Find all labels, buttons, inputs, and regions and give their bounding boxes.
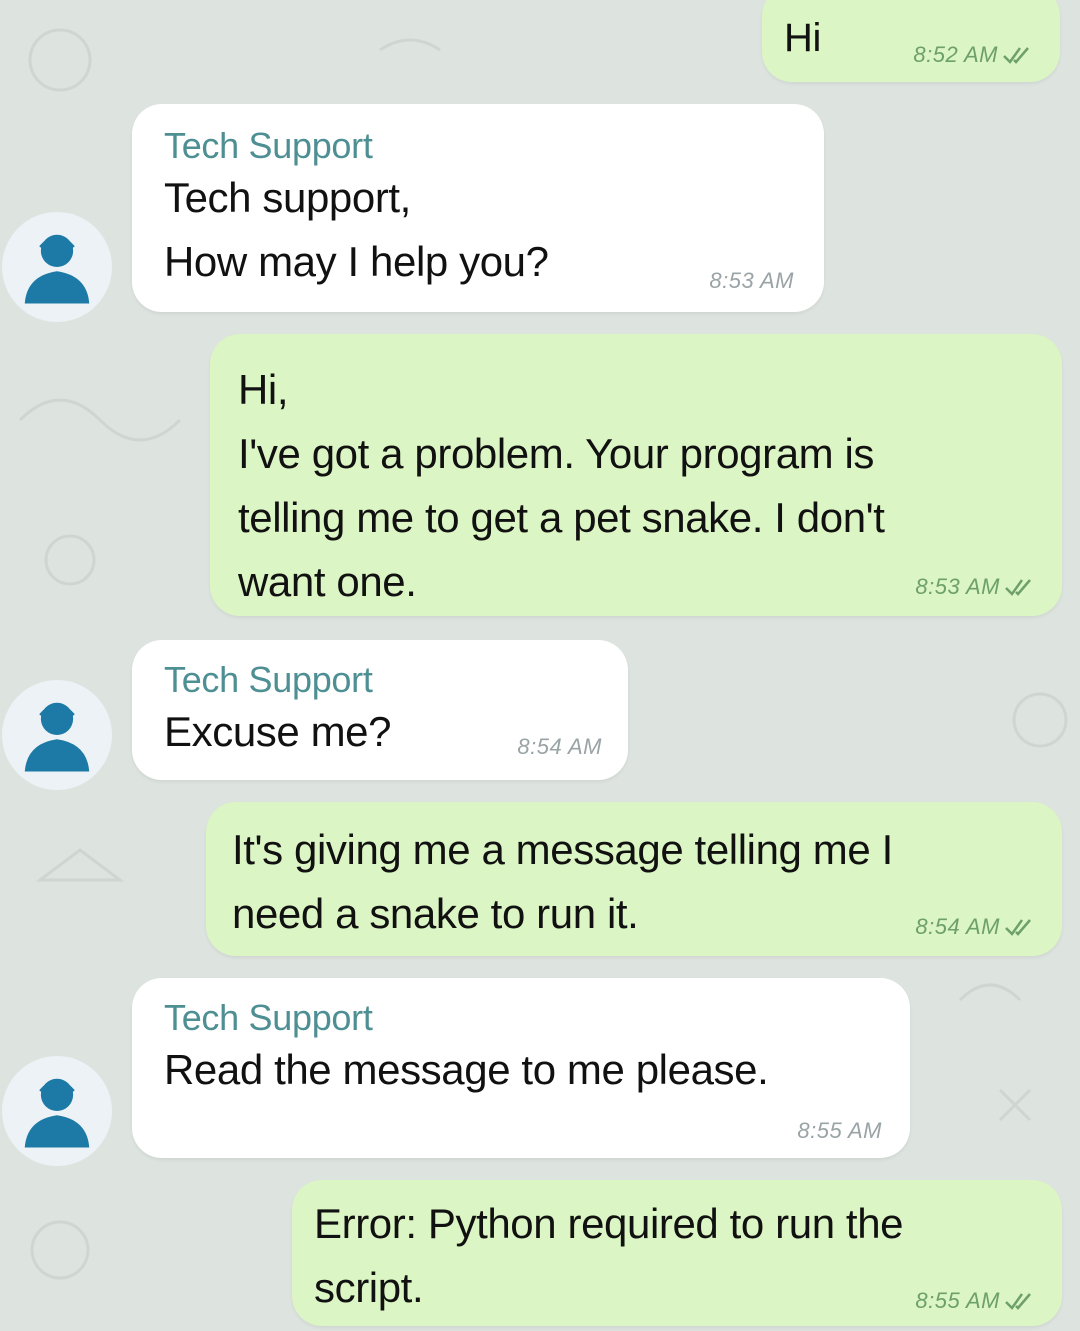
contact-avatar[interactable]: [2, 1056, 112, 1166]
message-bubble-incoming[interactable]: Tech Support Tech support, How may I hel…: [132, 104, 824, 312]
message-bubble-outgoing[interactable]: Hi 8:52 AM: [762, 0, 1060, 82]
message-meta: 8:54 AM: [915, 914, 1034, 940]
message-bubble-outgoing[interactable]: It's giving me a message telling me I ne…: [206, 802, 1062, 956]
message-bubble-incoming[interactable]: Tech Support Read the message to me plea…: [132, 978, 910, 1158]
sender-name: Tech Support: [164, 997, 373, 1038]
message-time: 8:54 AM: [915, 914, 1000, 939]
sender-name: Tech Support: [164, 659, 373, 700]
message-meta: 8:53 AM: [709, 268, 794, 294]
message-bubble-incoming[interactable]: Tech Support Excuse me? 8:54 AM: [132, 640, 628, 780]
message-time: 8:55 AM: [915, 1288, 1000, 1313]
read-double-check-icon: [1005, 1293, 1031, 1310]
message-time: 8:52 AM: [913, 42, 998, 67]
message-meta: 8:52 AM: [913, 42, 1032, 68]
message-time: 8:53 AM: [915, 574, 1000, 599]
message-time: 8:55 AM: [797, 1118, 882, 1143]
read-double-check-icon: [1005, 919, 1031, 936]
message-bubble-outgoing[interactable]: Error: Python required to run the script…: [292, 1180, 1062, 1326]
message-meta: 8:55 AM: [915, 1288, 1034, 1314]
message-time: 8:54 AM: [517, 734, 602, 759]
message-meta: 8:54 AM: [517, 734, 602, 760]
sender-name: Tech Support: [164, 125, 373, 166]
message-time: 8:53 AM: [709, 268, 794, 293]
message-text: Read the message to me please.: [164, 1046, 769, 1093]
contact-avatar[interactable]: [2, 212, 112, 322]
read-double-check-icon: [1003, 47, 1029, 64]
read-double-check-icon: [1005, 579, 1031, 596]
support-agent-icon: [24, 1078, 90, 1148]
contact-avatar[interactable]: [2, 680, 112, 790]
message-meta: 8:55 AM: [797, 1118, 882, 1144]
support-agent-icon: [24, 702, 90, 772]
message-meta: 8:53 AM: [915, 574, 1034, 600]
support-agent-icon: [24, 234, 90, 304]
message-bubble-outgoing[interactable]: Hi, I've got a problem. Your program is …: [210, 334, 1062, 616]
